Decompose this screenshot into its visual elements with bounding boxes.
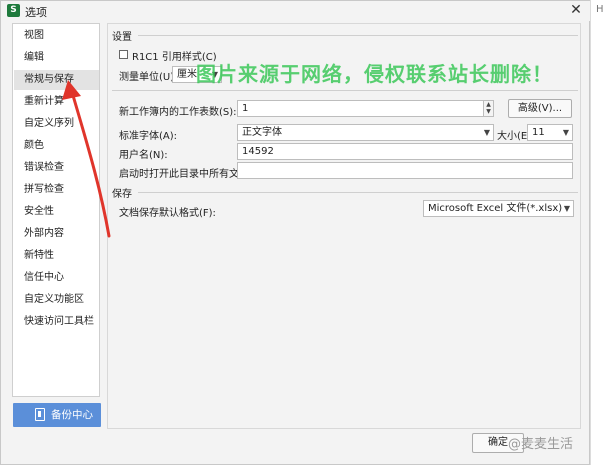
default-format-select[interactable]: Microsoft Excel 文件(*.xlsx) ▼ [423, 200, 574, 217]
save-section-title: 保存 [112, 189, 132, 200]
title-bar: S 选项 ✕ [1, 1, 590, 21]
sidebar-item-custom-lists[interactable]: 自定义序列 [14, 114, 99, 134]
sidebar-item-error-check[interactable]: 错误检查 [14, 158, 99, 178]
font-size-select[interactable]: 11 ▼ [527, 124, 573, 141]
sidebar: 视图 编辑 常规与保存 重新计算 自定义序列 颜色 错误检查 拼写检查 安全性 … [12, 23, 100, 397]
font-size-value: 11 [532, 127, 545, 138]
dialog-title: 选项 [25, 6, 47, 19]
username-label: 用户名(N): [119, 150, 168, 161]
unit-value: 厘米 [177, 69, 197, 80]
sidebar-item-new-features[interactable]: 新特性 [14, 246, 99, 266]
advanced-button[interactable]: 高级(V)... [508, 99, 572, 118]
sidebar-item-trust-center[interactable]: 信任中心 [14, 268, 99, 288]
section-divider [138, 192, 578, 193]
section-divider [112, 90, 578, 91]
username-input[interactable]: 14592 [237, 143, 573, 160]
sidebar-item-color[interactable]: 颜色 [14, 136, 99, 156]
standard-font-label: 标准字体(A): [119, 131, 178, 142]
source-watermark: @麦麦生活 [508, 437, 574, 452]
section-divider [138, 35, 578, 36]
settings-section-title: 设置 [112, 32, 132, 43]
spreadsheet-background [590, 0, 607, 465]
sidebar-item-spell-check[interactable]: 拼写检查 [14, 180, 99, 200]
backup-center-label: 备份中心 [51, 409, 93, 421]
spin-arrows-icon[interactable]: ▲ ▼ [483, 101, 493, 116]
backup-icon [35, 408, 45, 421]
sidebar-item-view[interactable]: 视图 [14, 26, 99, 46]
unit-label: 测量单位(U): [119, 72, 178, 83]
sidebar-item-general-save[interactable]: 常规与保存 [14, 70, 99, 90]
standard-font-value: 正文字体 [242, 127, 282, 138]
chevron-down-icon: ▼ [563, 204, 570, 213]
sheets-count-value: 1 [242, 103, 249, 114]
standard-font-select[interactable]: 正文字体 ▼ [237, 124, 494, 141]
close-icon[interactable]: ✕ [567, 1, 585, 19]
sidebar-item-external-content[interactable]: 外部内容 [14, 224, 99, 244]
sheets-count-label: 新工作簿内的工作表数(S): [119, 107, 237, 118]
sidebar-item-security[interactable]: 安全性 [14, 202, 99, 222]
sidebar-item-edit[interactable]: 编辑 [14, 48, 99, 68]
default-format-label: 文档保存默认格式(F): [119, 208, 216, 219]
backup-center-button[interactable]: 备份中心 [13, 403, 101, 427]
default-format-value: Microsoft Excel 文件(*.xlsx) [428, 203, 563, 214]
app-icon: S [7, 4, 20, 17]
chevron-down-icon: ▼ [483, 128, 490, 137]
watermark-text: 图片来源于网络，侵权联系站长删除！ [196, 62, 553, 86]
chevron-down-icon: ▼ [562, 128, 569, 137]
sidebar-item-customize-ribbon[interactable]: 自定义功能区 [14, 290, 99, 310]
startup-folder-input[interactable] [237, 162, 573, 179]
sidebar-item-quick-access[interactable]: 快速访问工具栏 [14, 312, 99, 332]
r1c1-checkbox[interactable] [119, 50, 128, 59]
sheets-count-stepper[interactable]: 1 ▲ ▼ [237, 100, 494, 117]
column-header: H [596, 4, 604, 15]
sidebar-item-recalculate[interactable]: 重新计算 [14, 92, 99, 112]
